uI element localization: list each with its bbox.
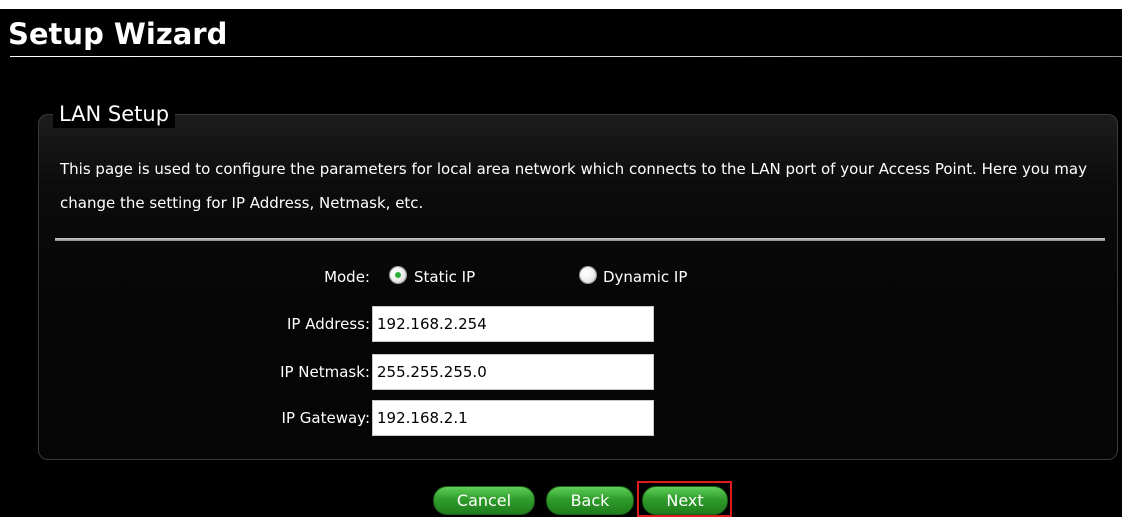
panel-description: This page is used to configure the param… — [60, 160, 1087, 212]
page-title: Setup Wizard — [8, 17, 228, 51]
ip-netmask-row: IP Netmask: 255.255.255.0 — [0, 354, 1122, 390]
setup-wizard-page: Setup Wizard LAN Setup This page is used… — [0, 0, 1122, 517]
mode-label: Mode: — [324, 268, 370, 286]
ip-address-input[interactable]: 192.168.2.254 — [372, 306, 654, 342]
cancel-button[interactable]: Cancel — [433, 486, 535, 515]
panel-legend: LAN Setup — [53, 100, 176, 128]
ip-address-row: IP Address: 192.168.2.254 — [0, 306, 1122, 342]
title-divider — [10, 56, 1122, 57]
ip-gateway-input[interactable]: 192.168.2.1 — [372, 400, 654, 436]
mode-row: Mode: Static IP Dynamic IP — [0, 260, 1122, 294]
ip-gateway-row: IP Gateway: 192.168.2.1 — [0, 400, 1122, 436]
back-button[interactable]: Back — [546, 486, 634, 515]
ip-netmask-label: IP Netmask: — [280, 363, 370, 381]
top-white-strip — [0, 0, 1122, 9]
next-button[interactable]: Next — [642, 486, 728, 515]
dynamic-ip-label[interactable]: Dynamic IP — [603, 268, 687, 286]
ip-netmask-input[interactable]: 255.255.255.0 — [372, 354, 654, 390]
ip-address-label: IP Address: — [286, 315, 370, 333]
dynamic-ip-radio[interactable] — [580, 267, 596, 283]
static-ip-label[interactable]: Static IP — [414, 268, 475, 286]
static-ip-radio[interactable] — [390, 267, 406, 283]
description-divider — [55, 238, 1105, 241]
ip-gateway-label: IP Gateway: — [281, 409, 370, 427]
